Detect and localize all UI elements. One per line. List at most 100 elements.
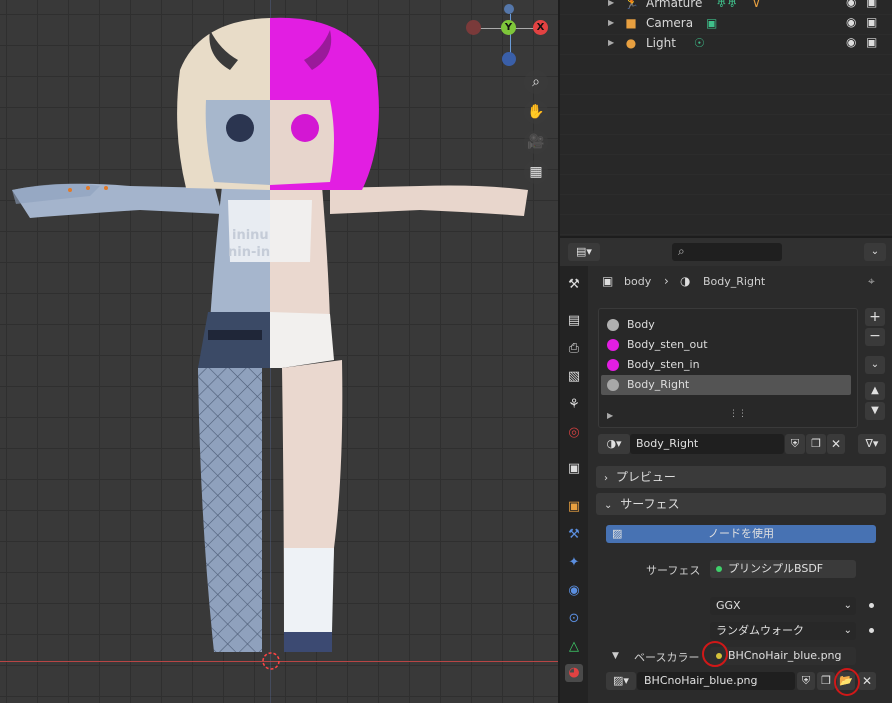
slot-specials-button[interactable]: ⌄ [865, 356, 885, 374]
list-item[interactable]: Body_sten_out [601, 335, 851, 355]
object-tab-icon[interactable]: ▣ [565, 498, 583, 516]
fake-user-shield-icon[interactable]: ⛨ [785, 434, 805, 454]
annotation-red-circle [702, 641, 728, 667]
material-link-dropdown[interactable]: ∇▾ [858, 434, 886, 454]
list-item[interactable]: Body_sten_in [601, 355, 851, 375]
gizmo-neg-x-ball[interactable] [466, 20, 481, 35]
list-expand-icon[interactable]: ▶ [607, 411, 613, 420]
visibility-eye-icon[interactable]: ◉ [846, 15, 856, 29]
material-sphere-icon [607, 379, 619, 391]
remove-slot-button[interactable]: − [865, 328, 885, 346]
expanded-chevron-icon: ⌄ [604, 500, 613, 511]
properties-tabs: ⚒ ▤ ⎙ ▧ ⚘ ◎ ▣ ▣ ⚒ ✦ ◉ ⊙ △ ◕ [560, 266, 588, 703]
preview-panel-header[interactable]: › プレビュー [596, 466, 886, 488]
use-nodes-button[interactable]: ▨ ノードを使用 [606, 525, 876, 543]
camera-icon: ■ [625, 16, 637, 30]
subsurface-method-dropdown[interactable]: ランダムウォーク ⌄ [710, 622, 874, 640]
panel-title: プレビュー [615, 470, 676, 484]
duplicate-material-icon[interactable]: ❐ [806, 434, 826, 454]
pose-icon[interactable]: ♅♅ [716, 0, 738, 10]
pin-icon[interactable]: ⌖ [868, 274, 875, 289]
3d-viewport[interactable]: ininu nin-in Y X ⌕ ✋ 🎥 ▦ [0, 0, 558, 703]
annotation-red-circle [834, 668, 860, 696]
list-resize-handle-icon[interactable]: ⋮⋮ [729, 409, 747, 419]
constraints-tab-icon[interactable]: ⊙ [565, 610, 583, 628]
editor-type-dropdown[interactable]: ▤▾ [568, 243, 600, 261]
surface-shader-dropdown[interactable]: プリンシプルBSDF [710, 560, 856, 578]
material-sphere-icon [607, 359, 619, 371]
list-item-selected[interactable]: Body_Right [601, 375, 851, 395]
add-slot-button[interactable]: + [865, 308, 885, 326]
camera-view-icon[interactable]: 🎥 [524, 130, 548, 154]
material-tab-icon[interactable]: ◕ [565, 664, 583, 682]
grid-view-icon[interactable]: ▦ [524, 160, 548, 184]
render-camera-icon[interactable]: ▣ [866, 15, 877, 29]
output-tab-icon[interactable]: ⎙ [565, 340, 583, 358]
shirt-text-2: nin-in [228, 245, 271, 260]
base-color-texture-field[interactable]: BHCnoHair_blue.png [710, 647, 856, 665]
render-camera-icon[interactable]: ▣ [866, 35, 877, 49]
visibility-eye-icon[interactable]: ◉ [846, 0, 856, 9]
outliner-row-camera[interactable]: ▶ ■ Camera ▣ ◉ ▣ [560, 14, 892, 34]
move-slot-down-button[interactable]: ▼ [865, 402, 885, 420]
navigation-gizmo[interactable]: Y X [462, 4, 552, 70]
visibility-eye-icon[interactable]: ◉ [846, 35, 856, 49]
render-camera-icon[interactable]: ▣ [866, 0, 877, 9]
material-name-value: Body_Right [636, 437, 699, 450]
material-slot-list[interactable]: Body Body_sten_out Body_sten_in Body_Rig… [598, 308, 858, 428]
breadcrumb-object: body [624, 275, 652, 288]
render-tab-icon[interactable]: ▤ [565, 312, 583, 330]
physics-tab-icon[interactable]: ◉ [565, 582, 583, 600]
surface-panel-header[interactable]: ⌄ サーフェス [596, 493, 886, 515]
list-item[interactable]: Body [601, 315, 851, 335]
unlink-image-icon[interactable]: ✕ [858, 672, 876, 690]
surface-label: サーフェス [646, 564, 701, 577]
outliner-row-light[interactable]: ▶ ● Light ☉ ◉ ▣ [560, 34, 892, 54]
shirt-text-1: ininu [232, 228, 269, 243]
modifier-icon[interactable]: ∨ [752, 0, 761, 10]
material-name-field[interactable]: Body_Right [630, 434, 784, 454]
light-data-icon[interactable]: ☉ [694, 36, 705, 50]
breadcrumb: ▣ body › ◑ Body_Right [602, 274, 872, 292]
gizmo-top-ball[interactable] [504, 4, 514, 14]
expand-triangle-icon[interactable]: ▶ [608, 18, 614, 27]
zoom-icon[interactable]: ⌕ [524, 70, 548, 94]
world-tab-icon[interactable]: ◎ [565, 424, 583, 442]
image-name-field[interactable]: BHCnoHair_blue.png [637, 672, 795, 690]
move-slot-up-button[interactable]: ▲ [865, 382, 885, 400]
gizmo-x-ball[interactable]: X [533, 20, 548, 35]
breadcrumb-material: Body_Right [703, 275, 766, 288]
image-duplicate-icon[interactable]: ❐ [817, 672, 835, 690]
expand-triangle-icon[interactable]: ▶ [608, 38, 614, 47]
image-fake-user-shield-icon[interactable]: ⛨ [797, 672, 815, 690]
expand-triangle-icon[interactable]: ▶ [608, 0, 614, 7]
image-name-value: BHCnoHair_blue.png [644, 674, 758, 687]
use-nodes-label: ノードを使用 [708, 527, 774, 540]
gizmo-y-ball[interactable]: Y [501, 20, 516, 35]
material-sphere-icon: ◑ [680, 274, 691, 288]
property-search-input[interactable]: ⌕ [672, 243, 782, 261]
character-model[interactable] [0, 0, 558, 703]
tool-tab-icon[interactable]: ⚒ [565, 276, 583, 294]
outliner-label: Light [646, 36, 676, 50]
base-color-expand-icon[interactable]: ▼ [612, 651, 619, 661]
keyframe-dot-icon[interactable] [869, 628, 874, 633]
modifier-tab-icon[interactable]: ⚒ [565, 526, 583, 544]
base-color-texture-value: BHCnoHair_blue.png [728, 649, 842, 662]
keyframe-dot-icon[interactable] [869, 603, 874, 608]
pan-hand-icon[interactable]: ✋ [524, 100, 548, 124]
material-browse-button[interactable]: ◑▾ [598, 434, 630, 454]
unlink-material-icon[interactable]: ✕ [827, 434, 845, 454]
scene-tab-icon[interactable]: ⚘ [565, 396, 583, 414]
properties-panel: ▤▾ ⌕ ⌄ ⚒ ▤ ⎙ ▧ ⚘ ◎ ▣ ▣ ⚒ ✦ ◉ ⊙ △ ◕ ▣ bod… [560, 238, 892, 703]
distribution-dropdown[interactable]: GGX ⌄ [710, 597, 874, 615]
collection-tab-icon[interactable]: ▣ [565, 460, 583, 478]
gizmo-z-ball[interactable] [502, 52, 516, 66]
camera-data-icon[interactable]: ▣ [706, 16, 717, 30]
options-chevron-button[interactable]: ⌄ [864, 243, 886, 261]
image-browse-button[interactable]: ▨▾ [606, 672, 636, 690]
view-layer-tab-icon[interactable]: ▧ [565, 368, 583, 386]
data-tab-icon[interactable]: △ [565, 638, 583, 656]
outliner-row-armature[interactable]: ▶ 🏃 Armature ♅♅ ∨ ◉ ▣ [560, 0, 892, 14]
particles-tab-icon[interactable]: ✦ [565, 554, 583, 572]
